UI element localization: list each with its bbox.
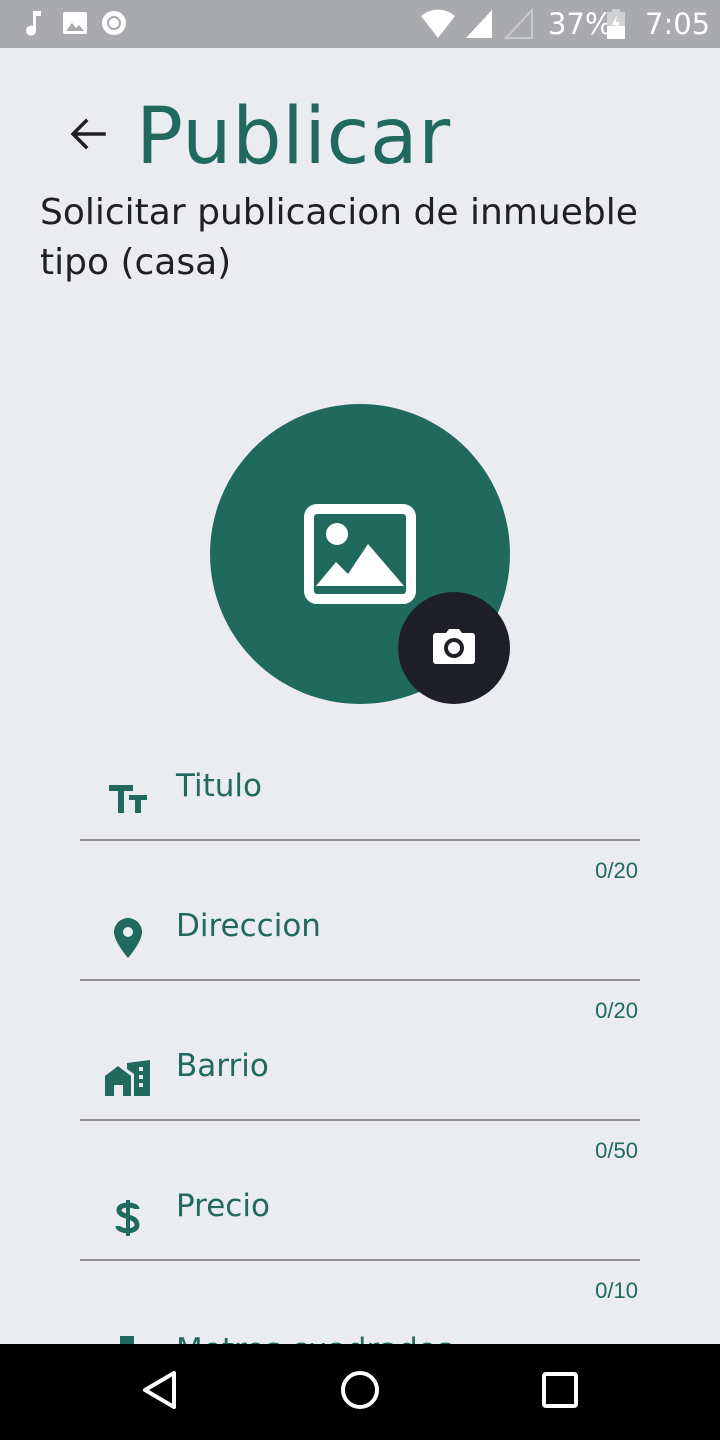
address-field-label: Direccion (176, 908, 321, 944)
address-counter: 0/20 (595, 998, 638, 1023)
title-counter: 0/20 (595, 858, 638, 883)
back-triangle-icon (140, 1370, 180, 1415)
status-bar: 37% 7:05 (0, 0, 720, 48)
battery-icon (606, 8, 626, 45)
arrow-back-icon (70, 118, 106, 155)
wifi-icon (420, 8, 456, 45)
signal-empty-icon (503, 7, 534, 45)
record-icon (100, 8, 128, 43)
field-underline (80, 1119, 640, 1121)
recents-square-icon (540, 1370, 580, 1415)
field-underline (80, 839, 640, 841)
clock: 7:05 (645, 7, 711, 41)
neighborhood-field-label: Barrio (176, 1048, 269, 1084)
nav-home-button[interactable] (334, 1366, 386, 1418)
title-field[interactable]: Titulo (80, 744, 640, 841)
page-title: Publicar (136, 92, 451, 182)
neighborhood-counter: 0/50 (595, 1138, 638, 1163)
camera-button[interactable] (398, 592, 510, 704)
location-pin-icon (104, 914, 152, 962)
battery-percentage: 37% (548, 7, 613, 41)
signal-icon (464, 8, 494, 45)
title-field-label: Titulo (176, 768, 262, 804)
text-fields-icon (104, 774, 152, 822)
square-meters-field[interactable]: Metros cuadrados (80, 1318, 640, 1344)
back-button[interactable] (62, 110, 114, 162)
dollar-icon (104, 1194, 152, 1242)
square-meters-field-label: Metros cuadrados (176, 1332, 453, 1344)
field-underline (80, 979, 640, 981)
price-counter: 0/10 (595, 1278, 638, 1303)
nav-recents-button[interactable] (534, 1366, 586, 1418)
navigation-bar (0, 1344, 720, 1440)
image-icon (304, 504, 416, 609)
field-underline (80, 1259, 640, 1261)
neighborhood-field[interactable]: Barrio (80, 1024, 640, 1121)
area-icon (120, 1336, 134, 1344)
camera-icon (433, 628, 475, 669)
price-field-label: Precio (176, 1188, 270, 1224)
image-notification-icon (62, 8, 88, 43)
address-field[interactable]: Direccion (80, 884, 640, 981)
buildings-icon (104, 1054, 152, 1102)
music-note-icon (24, 8, 46, 43)
price-field[interactable]: Precio (80, 1164, 640, 1261)
page-subtitle: Solicitar publicacion de inmueble tipo (… (40, 192, 638, 283)
nav-back-button[interactable] (134, 1366, 186, 1418)
home-circle-icon (340, 1370, 380, 1415)
